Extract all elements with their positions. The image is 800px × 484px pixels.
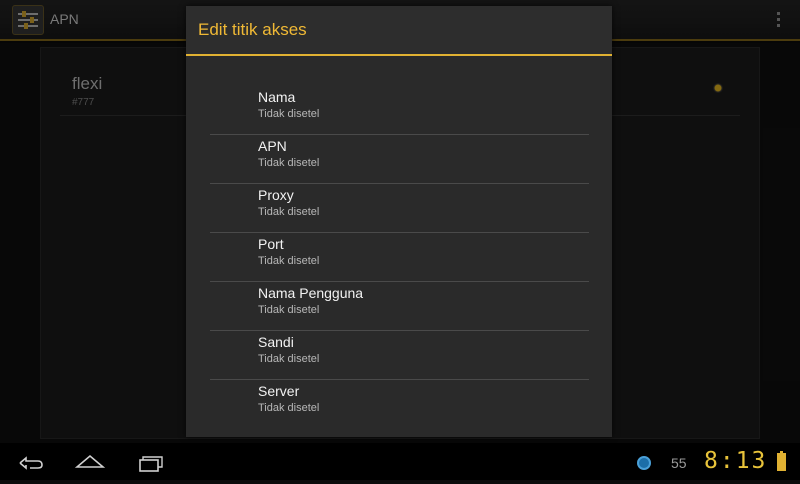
setting-value: Tidak disetel: [258, 157, 320, 169]
edit-access-point-dialog: Edit titik akses Nama Tidak disetel APN …: [186, 6, 612, 437]
setting-value: Tidak disetel: [258, 402, 320, 414]
setting-title: APN: [258, 138, 287, 154]
setting-item-apn[interactable]: APN Tidak disetel: [210, 135, 589, 184]
setting-item-proxy[interactable]: Proxy Tidak disetel: [210, 184, 589, 233]
setting-item-username[interactable]: Nama Pengguna Tidak disetel: [210, 282, 589, 331]
setting-value: Tidak disetel: [258, 206, 320, 218]
setting-title: Nama: [258, 89, 296, 105]
settings-list: Nama Tidak disetel APN Tidak disetel Pro…: [210, 86, 589, 429]
setting-value: Tidak disetel: [258, 304, 320, 316]
setting-title: Server: [258, 383, 300, 399]
setting-title: Port: [258, 236, 284, 252]
setting-item-password[interactable]: Sandi Tidak disetel: [210, 331, 589, 380]
setting-title: Proxy: [258, 187, 294, 203]
setting-item-port[interactable]: Port Tidak disetel: [210, 233, 589, 282]
home-icon[interactable]: [62, 443, 118, 480]
setting-title: Nama Pengguna: [258, 285, 364, 301]
setting-item-nama[interactable]: Nama Tidak disetel: [210, 86, 589, 135]
notification-count[interactable]: 55: [671, 455, 687, 471]
vpn-status-icon: [637, 456, 651, 470]
setting-value: Tidak disetel: [258, 353, 320, 365]
status-clock[interactable]: 8:13: [704, 448, 767, 474]
setting-value: Tidak disetel: [258, 108, 320, 120]
setting-value: Tidak disetel: [258, 255, 320, 267]
setting-title: Sandi: [258, 334, 294, 350]
setting-item-server[interactable]: Server Tidak disetel: [210, 380, 589, 429]
dialog-header: Edit titik akses: [186, 6, 612, 56]
dialog-title: Edit titik akses: [198, 20, 307, 39]
recent-apps-icon[interactable]: [122, 443, 178, 480]
back-icon[interactable]: [2, 443, 58, 480]
battery-icon: [777, 451, 786, 471]
